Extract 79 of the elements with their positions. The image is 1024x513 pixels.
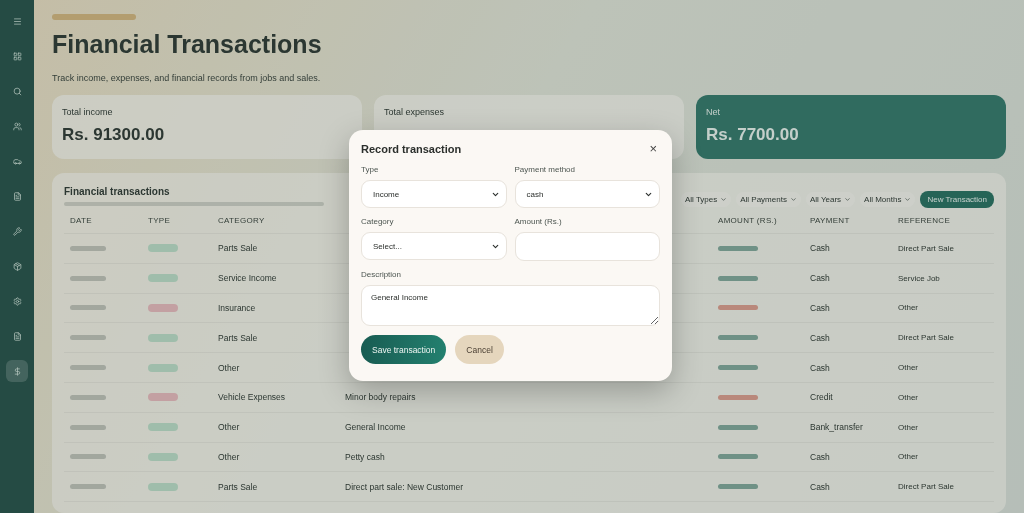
close-button[interactable]: × (646, 142, 660, 155)
field-label: Amount (Rs.) (514, 217, 563, 226)
column-header: TYPE (148, 216, 172, 225)
field-label: Description (361, 270, 402, 279)
input-field[interactable] (514, 232, 660, 261)
category-cell-text: Other (218, 422, 241, 433)
description-cell-text: Direct part sale: New Customer (345, 481, 465, 492)
reference-cell-text: Direct Part Sale (898, 243, 956, 253)
dollar-icon[interactable] (12, 366, 22, 376)
new-transaction-button[interactable]: New Transaction (920, 191, 994, 208)
dialog-title: Record transaction (361, 142, 462, 155)
card-label: Total income (62, 107, 114, 117)
select-field[interactable]: Select... (361, 232, 507, 260)
category-cell-text: Vehicle Expenses (218, 392, 287, 403)
select-field[interactable]: Income (361, 180, 507, 208)
card-label: Net (706, 107, 721, 117)
reference-cell-text: Service Job (898, 273, 941, 283)
payment-cell-text: Cash (810, 243, 831, 254)
card-value: Rs. 7700.00 (706, 125, 800, 145)
chevron-down-icon (844, 196, 852, 203)
reference-cell-text: Other (898, 363, 919, 373)
reference-cell-text: Other (898, 392, 919, 402)
chevron-down-icon (720, 196, 728, 203)
category-cell-text: Insurance (218, 303, 257, 313)
payment-cell-text: Bank_transfer (810, 422, 864, 433)
reference-cell-text: Other (898, 303, 919, 313)
users-icon[interactable] (12, 121, 22, 131)
card-value: Rs. 91300.00 (62, 125, 166, 145)
grid-icon[interactable] (12, 51, 22, 61)
settings-icon[interactable] (12, 296, 22, 306)
payment-cell-text: Cash (810, 481, 831, 492)
description-cell-text: Minor body repairs (345, 392, 417, 403)
column-header: CATEGORY (218, 216, 266, 225)
field-label: Type (361, 165, 380, 174)
wrench-icon[interactable] (12, 226, 22, 236)
text-area[interactable]: General Income (361, 285, 660, 326)
cancel-button[interactable]: Cancel (455, 335, 504, 364)
column-header: DATE (70, 216, 93, 225)
payment-cell-text: Cash (810, 303, 831, 313)
reference-cell-text: Other (898, 422, 919, 432)
document-icon[interactable] (12, 331, 22, 341)
reference-cell-text: Direct Part Sale (898, 482, 956, 492)
filter-dropdown[interactable]: All Years (805, 192, 856, 207)
filter-dropdown[interactable]: All Types (680, 192, 732, 207)
search-icon[interactable] (12, 86, 22, 96)
category-cell-text: Parts Sale (218, 481, 259, 492)
description-cell-text: Petty cash (345, 451, 386, 462)
payment-cell-text: Cash (810, 273, 831, 284)
page-subtitle: Track income, expenses, and financial records from jobs and sales. (52, 73, 322, 83)
column-header: PAYMENT (810, 216, 851, 225)
payment-cell-text: Cash (810, 362, 831, 373)
package-icon[interactable] (12, 261, 22, 271)
description-cell-text: General Income (345, 422, 407, 433)
payment-cell-text: Cash (810, 451, 831, 462)
card-label: Total expenses (384, 107, 446, 117)
document-icon[interactable] (12, 191, 22, 201)
car-icon[interactable] (12, 156, 22, 166)
category-cell-text: Other (218, 451, 241, 462)
menu-icon[interactable] (12, 16, 22, 26)
reference-cell-text: Direct Part Sale (898, 333, 956, 343)
filter-dropdown[interactable]: All Payments (736, 192, 801, 207)
select-field[interactable]: cash (514, 180, 660, 208)
payment-cell-text: Cash (810, 332, 831, 343)
category-cell-text: Parts Sale (218, 332, 259, 343)
reference-cell-text: Other (898, 452, 919, 462)
column-header: REFERENCE (898, 216, 952, 225)
filter-dropdown[interactable]: All Months (860, 192, 916, 207)
panel-title: Financial transactions (64, 185, 171, 197)
payment-cell-text: Credit (810, 392, 834, 403)
category-cell-text: Service Income (218, 273, 278, 284)
save-button[interactable]: Save transaction (361, 335, 447, 364)
category-cell-text: Other (218, 362, 241, 373)
category-cell-text: Parts Sale (218, 243, 259, 254)
chevron-down-icon (904, 196, 912, 203)
field-label: Payment method (514, 165, 576, 174)
field-label: Category (361, 217, 395, 226)
page-title: Financial Transactions (52, 30, 323, 59)
column-header: AMOUNT (RS.) (718, 216, 778, 225)
chevron-down-icon (789, 196, 797, 203)
